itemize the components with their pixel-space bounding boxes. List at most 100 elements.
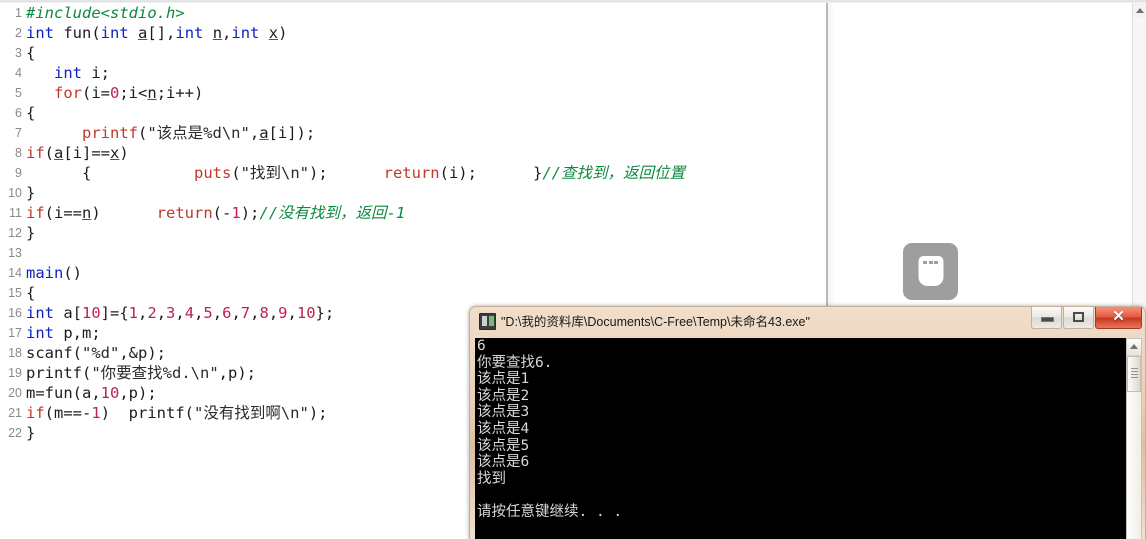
code-token: 9 [278,304,288,322]
line-number: 4 [15,66,22,80]
maximize-icon [1073,312,1084,322]
console-output-line: 该点是6 [477,454,530,471]
code-token: , [268,304,279,322]
console-scroll-thumb-grip [1131,368,1138,369]
code-token: ) [278,24,288,42]
code-token: "你要查找%d.\n" [91,364,219,382]
line-number: 15 [8,286,22,300]
code-line: 15 { [0,283,826,303]
line-number: 18 [8,346,22,360]
usb-drive-icon[interactable] [903,243,958,300]
code-line: 1 #include<stdio.h> [0,3,826,23]
code-token: n [147,84,157,102]
maximize-button[interactable] [1063,307,1094,329]
console-output-area[interactable]: 6 你要查找6. 该点是1 该点是2 该点是3 该点是4 该点是5 该点是6 找到 请按任意键继… [475,338,1128,539]
code-token: ,&p); [119,344,167,362]
code-token: int [175,24,204,42]
code-token: ( [82,364,92,382]
code-token: i; [82,64,110,82]
code-token: x [268,24,279,42]
code-token: m=fun(a, [26,384,101,402]
code-token: ( [72,344,83,362]
code-token: #include<stdio.h> [26,4,185,22]
line-number: 14 [8,266,22,280]
code-token: a [54,144,64,162]
code-token: } [532,164,543,182]
code-token: } [26,184,36,202]
code-token: , [175,304,185,322]
line-number: 20 [8,386,22,400]
code-token: a[ [54,304,82,322]
code-token: { [26,44,36,62]
scroll-up-arrow-button[interactable] [1133,3,1146,18]
code-line: 11 if(i==n) return(-1);//没有找到，返回-1 [0,203,826,223]
line-number: 13 [8,246,22,260]
code-token: 1 [91,404,101,422]
line-number: 10 [8,186,22,200]
code-token: //没有找到，返回-1 [259,204,406,222]
code-token: int [100,24,129,42]
code-token: ,p); [218,364,256,382]
code-token: n [82,204,92,222]
code-token: , [287,304,297,322]
code-token: (i= [82,84,110,102]
console-vertical-scrollbar[interactable] [1126,338,1142,539]
minimize-button[interactable] [1031,307,1062,329]
close-button[interactable]: ✕ [1095,307,1142,329]
console-output-line: 该点是2 [477,387,530,404]
code-token: , [222,24,232,42]
console-scroll-up-button[interactable] [1127,339,1141,356]
console-scroll-thumb[interactable] [1127,356,1141,392]
code-token: "找到\n" [240,164,309,182]
code-token: { [26,284,36,302]
console-window[interactable]: "D:\我的资料库\Documents\C-Free\Temp\未命名43.ex… [469,306,1146,539]
code-token: } [26,424,36,442]
console-title-text: "D:\我的资料库\Documents\C-Free\Temp\未命名43.ex… [501,315,810,329]
line-number: 22 [8,426,22,440]
console-output-line: 你要查找6. [477,354,553,371]
line-number: 7 [15,126,22,140]
code-token: 3 [166,304,176,322]
code-token: , [138,304,148,322]
scroll-up-arrow-icon [1136,8,1144,13]
code-token: ) printf( [100,404,195,422]
code-token: main [26,264,64,282]
code-token: return [156,204,213,222]
code-token: ); [308,164,384,182]
code-line: 6{ [0,103,826,123]
code-token: ); [240,204,260,222]
code-token: 8 [259,304,269,322]
console-title-bar[interactable]: "D:\我的资料库\Documents\C-Free\Temp\未命名43.ex… [470,307,1145,334]
code-token: , [212,304,223,322]
line-number: 1 [15,6,22,20]
code-token: 2 [147,304,157,322]
code-token: ;i< [119,84,148,102]
line-number: 11 [9,206,22,220]
usb-drive-contacts [923,261,938,264]
code-token: int [54,64,82,82]
code-token: "没有找到啊\n" [194,404,309,422]
console-scroll-up-arrow-icon [1130,344,1138,349]
code-token: , [249,124,260,142]
console-output-line: 6 [477,338,486,354]
code-token: puts [193,164,232,182]
code-token: 1 [231,204,241,222]
code-token: "%d" [82,344,120,362]
console-output-line: 该点是4 [477,420,530,437]
code-line: 8 if(a[i]==x) [0,143,826,163]
code-token: if [26,144,45,162]
line-number: 5 [15,86,22,100]
code-token: scanf [26,344,73,362]
line-number: 21 [8,406,22,420]
code-token: , [231,304,241,322]
code-token: ( [231,164,241,182]
code-token: } [26,224,36,242]
usb-drive-body [918,256,943,286]
line-number: 16 [8,306,22,320]
code-line: 9 { puts("找到\n"); return(i); }//查找到，返回位置 [0,163,826,183]
code-token: printf [26,364,82,382]
